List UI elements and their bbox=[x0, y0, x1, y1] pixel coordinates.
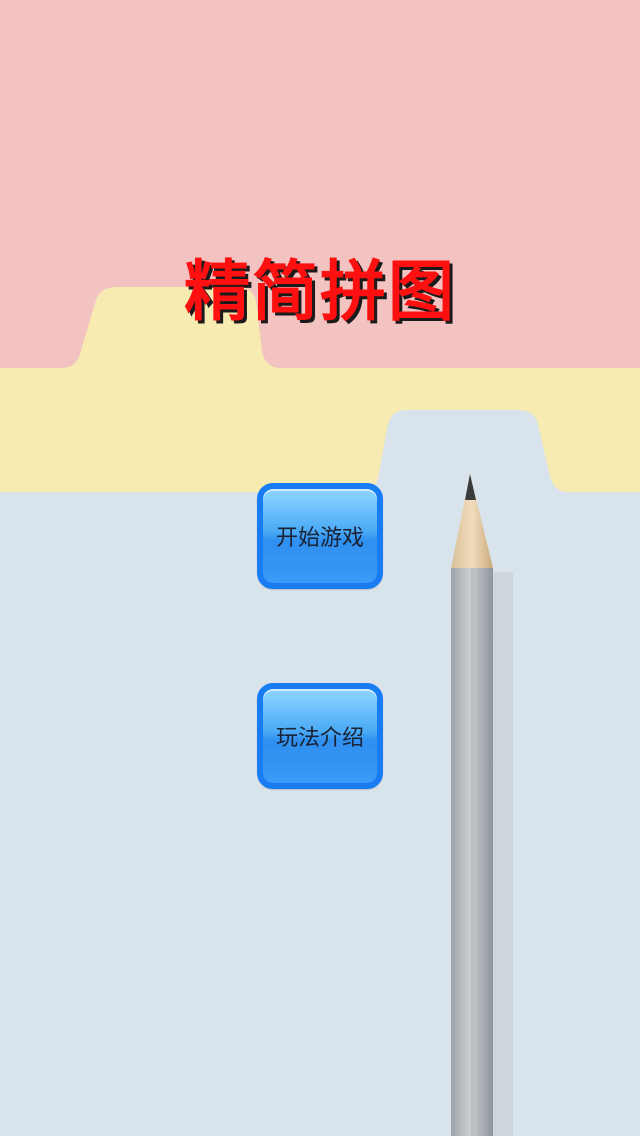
start-game-label: 开始游戏 bbox=[275, 526, 364, 551]
how-to-play-label: 玩法介绍 bbox=[275, 726, 364, 751]
pencil-illustration bbox=[451, 474, 513, 1136]
how-to-play-button[interactable]: 玩法介绍 bbox=[257, 683, 383, 789]
main-menu-screen: 精简拼图 开始游戏 玩法介绍 bbox=[0, 0, 640, 1136]
start-game-button[interactable]: 开始游戏 bbox=[257, 483, 383, 589]
game-title: 精简拼图 bbox=[184, 253, 456, 330]
